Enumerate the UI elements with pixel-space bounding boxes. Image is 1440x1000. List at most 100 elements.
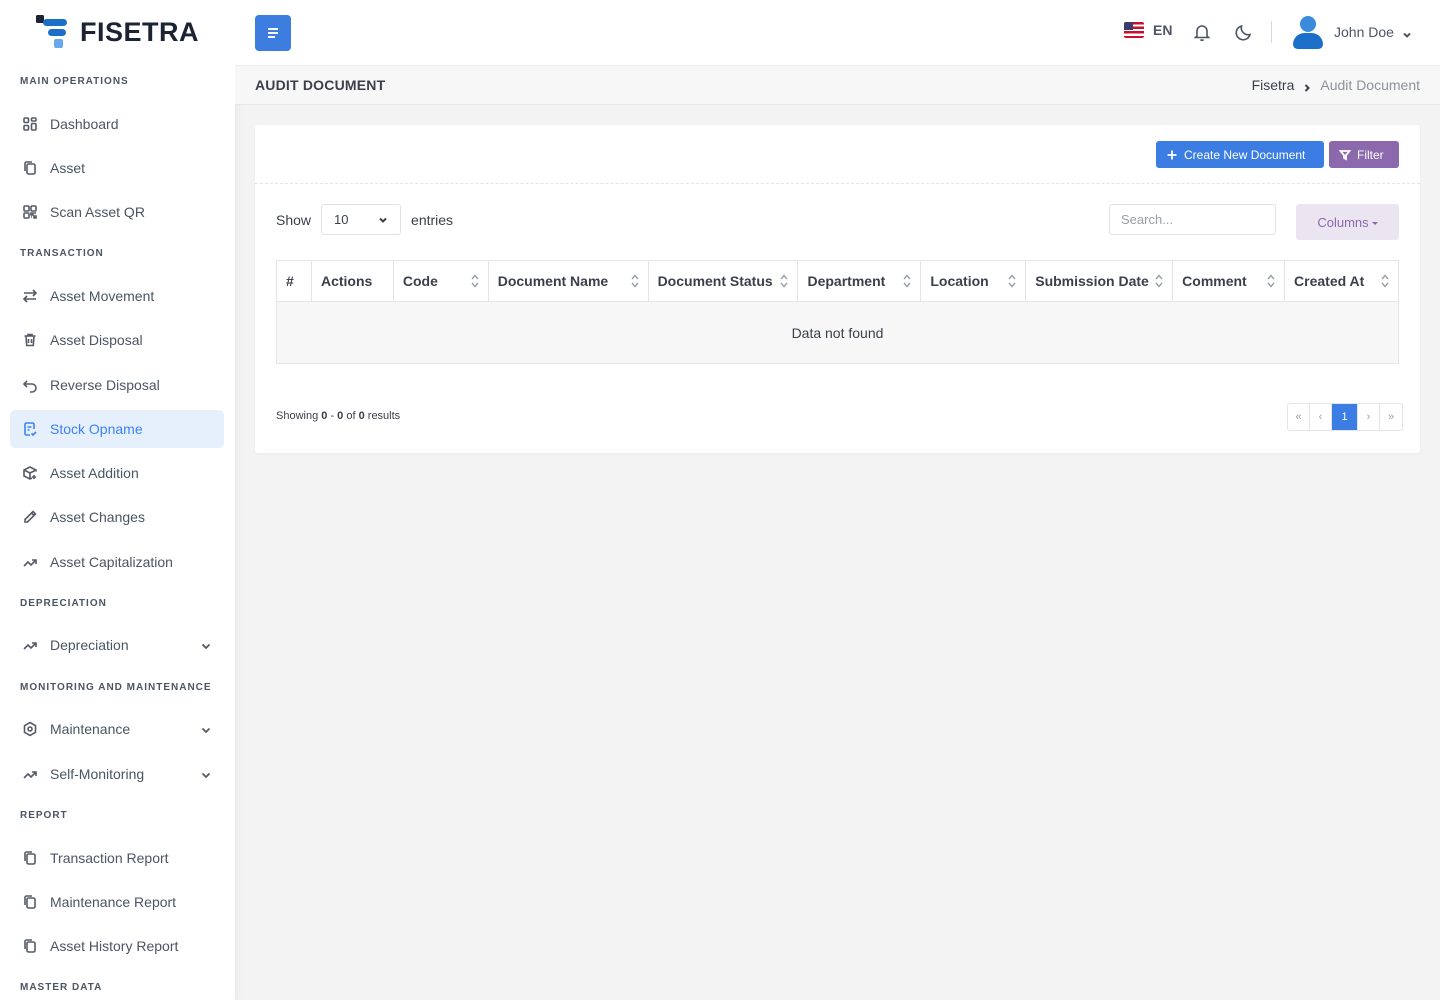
sidebar-item-maintenance[interactable]: Maintenance	[10, 710, 224, 748]
brand-logo-icon	[34, 12, 74, 52]
user-menu[interactable]: John Doe	[1293, 14, 1412, 50]
chevron-down-icon	[379, 217, 387, 223]
moon-icon	[1235, 24, 1252, 41]
copy-icon	[22, 160, 38, 176]
sidebar-item-asset-history-report[interactable]: Asset History Report	[10, 927, 224, 965]
column-header-department[interactable]: Department	[797, 260, 922, 302]
empty-state-text: Data not found	[276, 301, 1399, 364]
column-header-location[interactable]: Location	[920, 260, 1027, 302]
section-report: REPORT	[20, 810, 68, 821]
sidebar-item-dashboard[interactable]: Dashboard	[10, 105, 224, 143]
create-new-document-button[interactable]: Create New Document	[1156, 141, 1324, 168]
column-header-code[interactable]: Code	[392, 260, 489, 302]
results-total: 0	[358, 410, 365, 422]
brand-name: FISETRA	[80, 16, 200, 47]
column-header-actions: Actions	[310, 260, 394, 302]
column-header-document-status[interactable]: Document Status	[647, 260, 799, 302]
plus-icon	[1167, 150, 1177, 159]
sidebar-item-label: Asset	[50, 160, 86, 176]
brand-logo[interactable]: FISETRA	[34, 12, 199, 52]
sidebar-item-asset-capitalization[interactable]: Asset Capitalization	[10, 543, 224, 581]
filter-button[interactable]: Filter	[1329, 141, 1399, 168]
sort-icon	[470, 273, 480, 289]
column-header-number: #	[276, 260, 312, 302]
page-size-select[interactable]: 10	[321, 204, 402, 235]
column-header-submission-date[interactable]: Submission Date	[1025, 260, 1174, 302]
table-header-row: # Actions Code Document Name Document St…	[276, 260, 1399, 302]
page-size-value: 10	[334, 212, 349, 227]
clipboard-check-icon	[22, 421, 38, 437]
sidebar-item-label: Asset History Report	[50, 938, 179, 954]
column-header-comment[interactable]: Comment	[1172, 260, 1286, 302]
previous-page-button[interactable]: ‹	[1310, 404, 1332, 430]
trend-up-icon	[22, 554, 38, 570]
column-header-document-name[interactable]: Document Name	[487, 260, 649, 302]
sort-icon	[630, 273, 640, 289]
page-title: AUDIT DOCUMENT	[255, 77, 386, 93]
column-header-label: Actions	[320, 273, 373, 289]
sidebar-item-label: Self-Monitoring	[50, 766, 145, 782]
chevron-down-icon	[200, 768, 212, 780]
results-info: Showing 0 - 0 of 0 results	[276, 410, 401, 422]
sidebar-item-asset-disposal[interactable]: Asset Disposal	[10, 321, 224, 359]
showing-label: Showing	[276, 410, 319, 422]
sort-icon	[1266, 273, 1276, 289]
pagination: « ‹ 1 › »	[1287, 403, 1403, 431]
column-header-label: Document Status	[657, 273, 773, 289]
column-header-label: Location	[930, 273, 989, 289]
sidebar-item-depreciation[interactable]: Depreciation	[10, 626, 224, 664]
columns-label: Columns	[1317, 214, 1369, 230]
column-header-label: Submission Date	[1035, 273, 1149, 289]
chevron-down-icon	[200, 723, 212, 735]
page-size-control: Show 10 entries	[276, 204, 453, 235]
sidebar-item-label: Asset Changes	[50, 509, 145, 525]
undo-icon	[22, 377, 38, 393]
sidebar-item-asset-addition[interactable]: Asset Addition	[10, 454, 224, 492]
column-header-label: Document Name	[497, 273, 609, 289]
section-transaction: TRANSACTION	[20, 248, 104, 259]
us-flag-icon	[1124, 22, 1144, 38]
notifications-button[interactable]	[1192, 22, 1214, 44]
topbar: EN John Doe	[235, 0, 1440, 66]
sidebar-item-asset[interactable]: Asset	[10, 149, 224, 187]
trend-up-icon	[22, 637, 38, 653]
filter-icon	[1339, 149, 1351, 160]
language-selector[interactable]: EN	[1124, 22, 1172, 38]
bell-icon	[1193, 25, 1211, 42]
breadcrumb-home-link[interactable]: Fisetra	[1252, 77, 1295, 93]
column-header-created-at[interactable]: Created At	[1284, 260, 1399, 302]
sidebar-toggle-button[interactable]	[255, 15, 291, 51]
create-new-document-label: Create New Document	[1184, 147, 1306, 162]
show-label: Show	[276, 211, 312, 228]
user-name: John Doe	[1334, 24, 1394, 40]
results-from: 0	[321, 410, 328, 422]
sidebar-item-self-monitoring[interactable]: Self-Monitoring	[10, 755, 224, 793]
first-page-button[interactable]: «	[1288, 404, 1310, 430]
card-header: Create New Document Filter	[255, 125, 1420, 184]
trend-up-icon	[22, 766, 38, 782]
next-page-button[interactable]: ›	[1358, 404, 1380, 430]
page-button-current[interactable]: 1	[1332, 404, 1358, 430]
sidebar-item-label: Depreciation	[50, 637, 129, 653]
sidebar-item-asset-changes[interactable]: Asset Changes	[10, 498, 224, 536]
sidebar-item-asset-movement[interactable]: Asset Movement	[10, 277, 224, 315]
sidebar-item-stock-opname[interactable]: Stock Opname	[10, 410, 224, 448]
columns-button[interactable]: Columns	[1296, 204, 1399, 240]
section-depreciation: DEPRECIATION	[20, 598, 107, 609]
trash-icon	[22, 332, 38, 348]
sidebar-item-scan-asset-qr[interactable]: Scan Asset QR	[10, 193, 224, 231]
sort-icon	[779, 273, 789, 289]
sidebar-item-label: Stock Opname	[50, 421, 143, 437]
search-input[interactable]	[1109, 204, 1276, 235]
theme-toggle-button[interactable]	[1234, 22, 1256, 44]
sidebar-item-label: Scan Asset QR	[50, 204, 145, 220]
hexagon-gear-icon	[22, 721, 38, 737]
sidebar-item-maintenance-report[interactable]: Maintenance Report	[10, 883, 224, 921]
sidebar-item-reverse-disposal[interactable]: Reverse Disposal	[10, 366, 224, 404]
column-header-label: Department	[807, 273, 886, 289]
section-monitoring-maintenance: MONITORING AND MAINTENANCE	[20, 682, 212, 693]
audit-document-card: Create New Document Filter Show 10 entri…	[255, 125, 1420, 453]
sidebar-item-transaction-report[interactable]: Transaction Report	[10, 839, 224, 877]
language-code: EN	[1153, 22, 1173, 38]
last-page-button[interactable]: »	[1380, 404, 1402, 430]
